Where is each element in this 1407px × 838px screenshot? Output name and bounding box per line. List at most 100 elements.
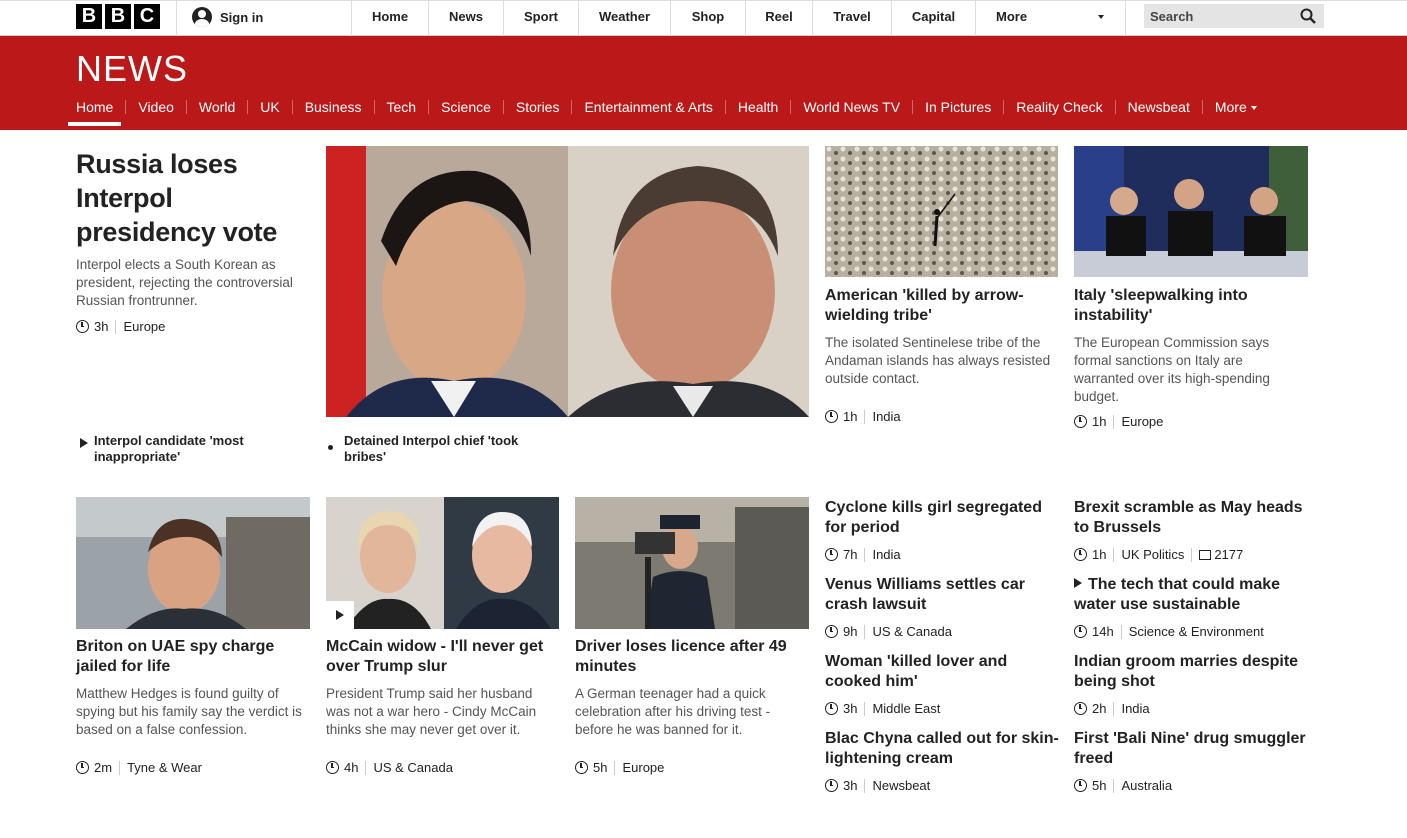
section-link[interactable]: Europe (123, 319, 165, 334)
timestamp: 3h (843, 701, 858, 716)
subnav-in-pictures[interactable]: In Pictures (925, 99, 991, 115)
list-headline[interactable]: Venus Williams settles car crash lawsuit (825, 575, 1059, 615)
topnav-home[interactable]: Home (352, 9, 428, 24)
list-meta: 14h Science & Environment (1074, 624, 1264, 639)
section-link[interactable]: Tyne & Wear (127, 760, 202, 775)
story-headline[interactable]: American 'killed by arrow-wielding tribe… (825, 286, 1059, 326)
topnav-weather[interactable]: Weather (579, 9, 670, 24)
list-meta: 7h India (825, 547, 901, 562)
portrait-illustration (568, 146, 809, 417)
chevron-down-icon[interactable] (1098, 15, 1104, 19)
subnav-world-news-tv[interactable]: World News TV (803, 99, 900, 115)
clock-icon (1074, 548, 1087, 561)
clock-icon (76, 761, 89, 774)
timestamp: 3h (843, 778, 858, 793)
subnav-business[interactable]: Business (305, 99, 362, 115)
news-header: NEWS Home Video World UK Business Tech S… (0, 36, 1407, 130)
section-link[interactable]: India (872, 547, 900, 562)
search-box (1144, 4, 1324, 28)
play-icon (1074, 578, 1082, 588)
list-meta: 2h India (1074, 701, 1150, 716)
section-link[interactable]: US & Canada (373, 760, 453, 775)
topnav-sport[interactable]: Sport (504, 9, 578, 24)
topnav-reel[interactable]: Reel (746, 9, 812, 24)
police-officer-illustration (575, 497, 809, 629)
subnav-home[interactable]: Home (67, 99, 122, 126)
comment-count[interactable]: 2177 (1214, 547, 1243, 562)
section-link[interactable]: UK Politics (1121, 547, 1184, 562)
timestamp: 1h (843, 409, 858, 424)
divider (790, 100, 792, 114)
sign-in-label: Sign in (220, 9, 264, 25)
clock-icon (1074, 625, 1087, 638)
list-meta: 1h UK Politics 2177 (1074, 547, 1243, 562)
section-link[interactable]: Europe (1121, 414, 1163, 429)
list-headline[interactable]: The tech that could make water use susta… (1074, 575, 1314, 615)
timestamp: 5h (593, 760, 608, 775)
list-headline[interactable]: First 'Bali Nine' drug smuggler freed (1074, 729, 1314, 769)
global-navigation-bar: B B C Sign in Home News Sport Weather Sh… (0, 0, 1407, 36)
bbc-logo[interactable]: B B C (76, 4, 160, 29)
subnav-newsbeat[interactable]: Newsbeat (1128, 99, 1190, 115)
subnav-video[interactable]: Video (138, 99, 174, 115)
lead-image-right[interactable] (568, 146, 809, 417)
subnav-entertainment-arts[interactable]: Entertainment & Arts (584, 99, 712, 115)
subnav-tech[interactable]: Tech (387, 99, 417, 115)
divider (1114, 100, 1116, 114)
list-headline[interactable]: Cyclone kills girl segregated for period (825, 498, 1065, 538)
story-headline[interactable]: McCain widow - I'll never get over Trump… (326, 637, 560, 677)
divider (864, 547, 866, 562)
topnav-travel[interactable]: Travel (813, 9, 891, 24)
subnav-uk[interactable]: UK (260, 99, 279, 115)
divider (975, 1, 976, 36)
topnav-shop[interactable]: Shop (671, 9, 745, 24)
sign-in-link[interactable]: Sign in (192, 7, 263, 27)
list-headline[interactable]: Brexit scramble as May heads to Brussels (1074, 498, 1314, 538)
clock-icon (76, 320, 89, 333)
subnav-more[interactable]: More (1215, 99, 1257, 115)
story-meta: 1h India (825, 409, 901, 424)
subnav-health[interactable]: Health (738, 99, 778, 115)
topnav-capital[interactable]: Capital (892, 9, 975, 24)
story-image[interactable] (1074, 146, 1308, 277)
section-link[interactable]: Newsbeat (872, 778, 930, 793)
section-link[interactable]: Middle East (872, 701, 940, 716)
clock-icon (1074, 779, 1087, 792)
list-headline[interactable]: Blac Chyna called out for skin-lightenin… (825, 729, 1059, 769)
section-link[interactable]: Europe (622, 760, 664, 775)
subnav-world[interactable]: World (199, 99, 235, 115)
topnav-more[interactable]: More (996, 9, 1027, 24)
section-link[interactable]: India (1121, 701, 1149, 716)
story-meta: 4h US & Canada (326, 760, 453, 775)
divider (1113, 547, 1115, 562)
story-image[interactable] (326, 497, 559, 629)
story-image[interactable] (825, 146, 1058, 277)
subnav-reality-check[interactable]: Reality Check (1016, 99, 1102, 115)
divider (119, 760, 121, 775)
subnav-science[interactable]: Science (441, 99, 491, 115)
news-wordmark[interactable]: NEWS (76, 48, 188, 90)
list-headline[interactable]: Woman 'killed lover and cooked him' (825, 652, 1059, 692)
story-headline[interactable]: Italy 'sleepwalking into instability' (1074, 286, 1308, 326)
topnav-news[interactable]: News (429, 9, 503, 24)
divider (1113, 414, 1115, 429)
lead-image-left[interactable] (326, 146, 568, 417)
section-link[interactable]: Science & Environment (1129, 624, 1264, 639)
story-headline[interactable]: Briton on UAE spy charge jailed for life (76, 637, 310, 677)
lead-headline[interactable]: Russia loses Interpol presidency vote (76, 147, 311, 249)
story-image[interactable] (76, 497, 310, 629)
section-link[interactable]: US & Canada (872, 624, 952, 639)
search-input[interactable] (1144, 4, 1294, 28)
story-headline[interactable]: Driver loses licence after 49 minutes (575, 637, 809, 677)
list-headline[interactable]: Indian groom marries despite being shot (1074, 652, 1314, 692)
divider (1125, 1, 1126, 36)
section-link[interactable]: Australia (1121, 778, 1172, 793)
subnav-stories[interactable]: Stories (516, 99, 560, 115)
play-video-button[interactable] (326, 601, 354, 629)
related-link[interactable]: Interpol candidate 'most inappropriate' (80, 433, 284, 465)
beach-illustration (825, 146, 1058, 277)
section-link[interactable]: India (872, 409, 900, 424)
story-image[interactable] (575, 497, 809, 629)
search-icon[interactable] (1300, 8, 1316, 24)
related-link[interactable]: Detained Interpol chief 'took bribes' (328, 433, 544, 465)
